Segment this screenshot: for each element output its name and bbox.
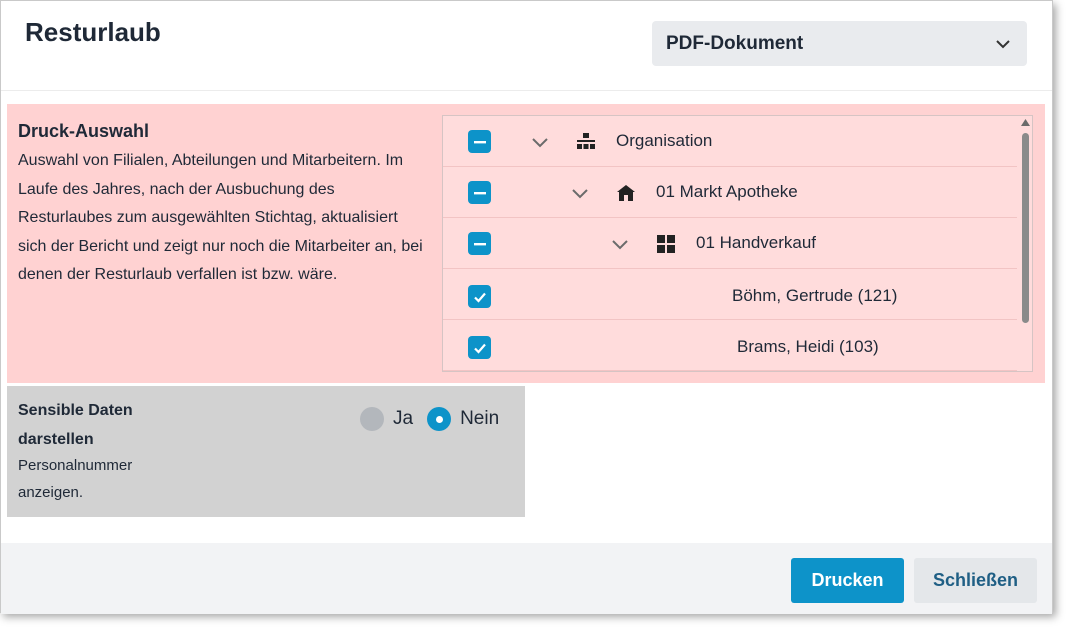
scrollbar-thumb[interactable] (1022, 133, 1029, 323)
tree-scrollbar[interactable] (1018, 116, 1032, 371)
sensitive-data-heading: Sensible Daten darstellen (18, 402, 133, 448)
sitemap-icon (577, 133, 595, 149)
tree-row-employee[interactable]: Brams, Heidi (103) (443, 320, 1017, 371)
print-selection-section: Druck-Auswahl Auswahl von Filialen, Abte… (7, 104, 1045, 383)
tree-row-employee[interactable]: Böhm, Gertrude (121) (443, 269, 1017, 320)
print-selection-heading: Druck-Auswahl (18, 121, 150, 141)
sensitive-data-subtext: Personalnummer anzeigen. (18, 457, 133, 501)
sensitive-data-radio-group: Ja Nein (360, 407, 499, 431)
tree-checkbox-markt-apotheke[interactable] (468, 181, 491, 204)
radio-ja[interactable]: Ja (360, 407, 413, 431)
tree-label-markt-apotheke: 01 Markt Apotheke (656, 182, 798, 201)
check-icon (473, 292, 486, 303)
dialog-header: Resturlaub PDF-Dokument (1, 1, 1052, 91)
dialog-footer: Drucken Schließen (1, 543, 1052, 614)
minus-icon (473, 242, 486, 245)
print-button[interactable]: Drucken (791, 558, 904, 603)
chevron-down-icon (996, 39, 1010, 48)
tree-row-handverkauf[interactable]: 01 Handverkauf (443, 218, 1017, 269)
tree-checkbox-organisation[interactable] (468, 130, 491, 153)
format-select[interactable]: PDF-Dokument (652, 21, 1027, 66)
tree-label-employee: Böhm, Gertrude (121) (732, 286, 898, 305)
tree-label-organisation: Organisation (616, 131, 713, 150)
minus-icon (473, 191, 486, 194)
tree-checkbox-employee[interactable] (468, 336, 491, 359)
store-icon (617, 185, 635, 201)
radio-unselected-icon[interactable] (360, 407, 384, 431)
grid-icon (657, 235, 675, 253)
radio-nein-label: Nein (460, 408, 500, 429)
dialog-title: Resturlaub (25, 17, 161, 47)
format-select-value: PDF-Dokument (666, 32, 804, 54)
tree-row-markt-apotheke[interactable]: 01 Markt Apotheke (443, 167, 1017, 218)
sensitive-data-section: Sensible Daten darstellen Personalnummer… (7, 386, 525, 517)
print-selection-description: Auswahl von Filialen, Abteilungen und Mi… (18, 152, 423, 283)
chevron-down-icon[interactable] (529, 131, 551, 153)
radio-selected-icon[interactable] (427, 407, 452, 431)
chevron-down-icon[interactable] (569, 182, 591, 204)
check-icon (473, 343, 486, 354)
close-button[interactable]: Schließen (914, 558, 1037, 603)
radio-ja-label: Ja (393, 408, 414, 429)
tree-checkbox-handverkauf[interactable] (468, 232, 491, 255)
organisation-tree[interactable]: Organisation 01 Markt Apotheke 01 Handve… (442, 115, 1033, 372)
tree-checkbox-employee[interactable] (468, 285, 491, 308)
resturlaub-dialog: Resturlaub PDF-Dokument Druck-Auswahl Au… (0, 0, 1053, 614)
tree-label-employee: Brams, Heidi (103) (737, 337, 879, 356)
radio-nein[interactable]: Nein (427, 407, 499, 431)
minus-icon (473, 140, 486, 143)
chevron-down-icon[interactable] (609, 233, 631, 255)
scroll-up-icon[interactable] (1021, 119, 1030, 126)
tree-label-handverkauf: 01 Handverkauf (696, 233, 817, 252)
tree-row-organisation[interactable]: Organisation (443, 116, 1017, 167)
